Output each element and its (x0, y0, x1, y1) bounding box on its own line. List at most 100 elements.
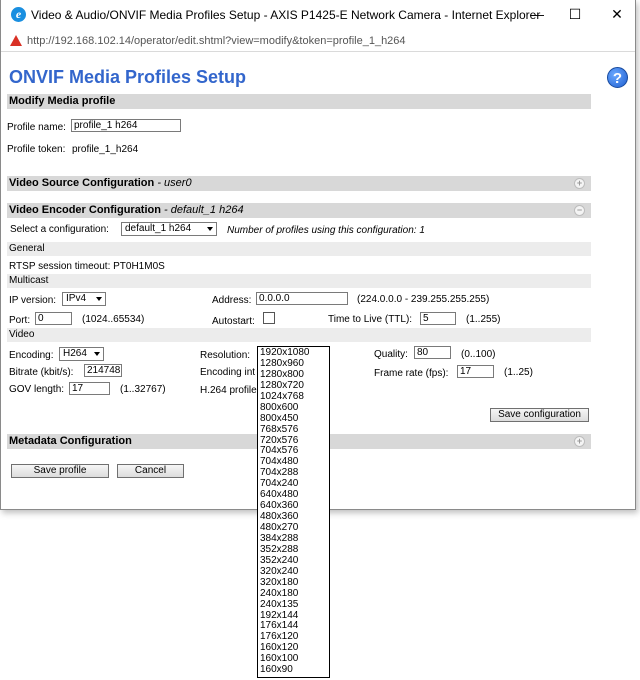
page-title: ONVIF Media Profiles Setup (9, 67, 247, 87)
resolution-option[interactable]: 240x180 (258, 588, 329, 599)
metadata-title: Metadata Configuration (9, 435, 132, 447)
autostart-label: Autostart: (212, 316, 255, 327)
resolution-label: Resolution: (200, 350, 251, 361)
resolution-option[interactable]: 1280x960 (258, 358, 329, 369)
resolution-option[interactable]: 704x576 (258, 445, 329, 456)
cancel-button[interactable]: Cancel (117, 464, 184, 478)
resolution-option[interactable]: 640x480 (258, 489, 329, 500)
ttl-label: Time to Live (TTL): (328, 314, 413, 325)
collapse-video-encoder-icon[interactable]: − (574, 205, 585, 216)
address-label: Address: (212, 295, 252, 306)
url-text[interactable]: http://192.168.102.14/operator/edit.shtm… (27, 35, 406, 47)
gov-length-range-hint: (1..32767) (120, 384, 166, 395)
multicast-subheader: Multicast (7, 274, 591, 288)
bitrate-label: Bitrate (kbit/s): (9, 367, 74, 378)
resolution-option[interactable]: 1280x800 (258, 369, 329, 380)
general-subheader: General (7, 242, 591, 256)
resolution-option[interactable]: 160x120 (258, 642, 329, 653)
quality-input[interactable]: 80 (414, 346, 451, 359)
quality-range-hint: (0..100) (461, 349, 496, 360)
frame-rate-label: Frame rate (fps): (374, 368, 449, 379)
close-button[interactable]: ✕ (599, 3, 635, 25)
ttl-range-hint: (1..255) (466, 314, 501, 325)
window-title: Video & Audio/ONVIF Media Profiles Setup… (31, 8, 541, 22)
internet-explorer-icon: e (11, 7, 26, 22)
save-configuration-button[interactable]: Save configuration (490, 408, 589, 422)
encoding-label: Encoding: (9, 350, 54, 361)
encoding-select[interactable]: H264 (59, 347, 104, 361)
expand-video-source-icon[interactable]: + (574, 178, 585, 189)
resolution-option[interactable]: 352x288 (258, 544, 329, 555)
resolution-option[interactable]: 160x100 (258, 653, 329, 664)
title-bar: e Video & Audio/ONVIF Media Profiles Set… (1, 0, 635, 30)
video-encoder-title: Video Encoder Configuration (9, 204, 161, 216)
frame-rate-input[interactable]: 17 (457, 365, 494, 378)
resolution-option[interactable]: 176x120 (258, 631, 329, 642)
ip-version-select[interactable]: IPv4 (62, 292, 106, 306)
resolution-option[interactable]: 768x576 (258, 424, 329, 435)
chevron-down-icon (96, 297, 102, 301)
address-range-hint: (224.0.0.0 - 239.255.255.255) (357, 294, 490, 305)
profile-name-label: Profile name: (7, 122, 66, 133)
video-encoder-header[interactable]: Video Encoder Configuration - default_1 … (7, 203, 591, 218)
h264-profile-label: H.264 profile (200, 385, 257, 396)
resolution-option[interactable]: 384x288 (258, 533, 329, 544)
minimize-button[interactable]: — (519, 3, 555, 25)
resolution-option[interactable]: 800x600 (258, 402, 329, 413)
profile-token-label: Profile token: (7, 144, 66, 155)
encoding-interval-label: Encoding int (200, 367, 256, 378)
ip-version-value: IPv4 (66, 293, 87, 304)
resolution-option[interactable]: 480x270 (258, 522, 329, 533)
ip-version-label: IP version: (9, 295, 57, 306)
profiles-using-count: Number of profiles using this configurat… (227, 225, 425, 236)
resolution-option[interactable]: 640x360 (258, 500, 329, 511)
quality-label: Quality: (374, 349, 408, 360)
resolution-dropdown-list[interactable]: 1920x1080 1280x960 1280x800 1280x720 1024x76… (257, 346, 330, 678)
resolution-option[interactable]: 1280x720 (258, 380, 329, 391)
select-configuration-label: Select a configuration: (10, 224, 109, 235)
chevron-down-icon (94, 352, 100, 356)
video-source-title: Video Source Configuration (9, 177, 155, 189)
resolution-option[interactable]: 480x360 (258, 511, 329, 522)
modify-profile-header: Modify Media profile (7, 94, 591, 109)
resolution-option[interactable]: 176x144 (258, 620, 329, 631)
multicast-address-input[interactable]: 0.0.0.0 (256, 292, 348, 305)
autostart-checkbox[interactable] (263, 312, 275, 324)
modify-profile-title: Modify Media profile (9, 95, 116, 107)
profile-name-input[interactable]: profile_1 h264 (71, 119, 181, 132)
resolution-option[interactable]: 704x288 (258, 467, 329, 478)
rtsp-session-timeout: RTSP session timeout: PT0H1M0S (9, 261, 165, 272)
resolution-option[interactable]: 192x144 (258, 610, 329, 621)
bitrate-input[interactable]: 214748 (84, 364, 122, 377)
resolution-option[interactable]: 1920x1080 (258, 347, 329, 358)
resolution-option[interactable]: 160x90 (258, 664, 329, 675)
address-bar[interactable]: http://192.168.102.14/operator/edit.shtm… (1, 30, 635, 52)
resolution-option[interactable]: 240x135 (258, 599, 329, 610)
certificate-warning-icon[interactable] (10, 35, 22, 46)
gov-length-input[interactable]: 17 (69, 382, 110, 395)
resolution-option[interactable]: 720x576 (258, 435, 329, 446)
resolution-option[interactable]: 352x240 (258, 555, 329, 566)
resolution-option[interactable]: 704x240 (258, 478, 329, 489)
resolution-option[interactable]: 320x180 (258, 577, 329, 588)
chevron-down-icon (207, 227, 213, 231)
profile-token-value: profile_1_h264 (72, 144, 139, 155)
encoding-value: H264 (63, 348, 87, 359)
resolution-option[interactable]: 320x240 (258, 566, 329, 577)
help-icon[interactable]: ? (607, 67, 628, 88)
resolution-option[interactable]: 1024x768 (258, 391, 329, 402)
video-source-header[interactable]: Video Source Configuration - user0 (7, 176, 591, 191)
video-subheader: Video (7, 328, 591, 342)
configuration-select-value: default_1 h264 (125, 223, 192, 234)
ttl-input[interactable]: 5 (420, 312, 456, 325)
resolution-option[interactable]: 704x480 (258, 456, 329, 467)
save-profile-button[interactable]: Save profile (11, 464, 109, 478)
maximize-button[interactable]: ☐ (557, 3, 593, 25)
expand-metadata-icon[interactable]: + (574, 436, 585, 447)
configuration-select[interactable]: default_1 h264 (121, 222, 217, 236)
port-label: Port: (9, 315, 31, 326)
video-source-config-name: - user0 (157, 177, 192, 189)
port-input[interactable]: 0 (35, 312, 72, 325)
frame-rate-range-hint: (1..25) (504, 367, 533, 378)
resolution-option[interactable]: 800x450 (258, 413, 329, 424)
